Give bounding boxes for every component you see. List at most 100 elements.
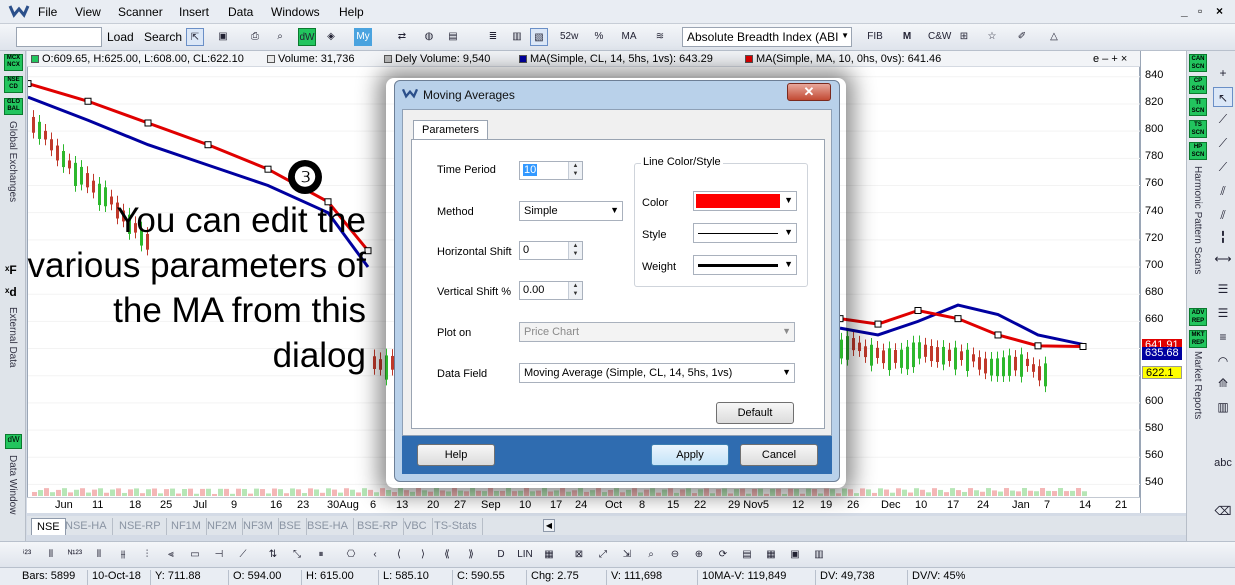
tab-bse-ha[interactable]: BSE-HA bbox=[302, 518, 354, 535]
ts-scn-badge[interactable]: TS SCN bbox=[1189, 120, 1207, 138]
compare-icon[interactable]: ⇄ bbox=[393, 28, 411, 46]
grid-icon[interactable]: ⊞ bbox=[955, 28, 973, 46]
ti-scn-badge[interactable]: TI SCN bbox=[1189, 98, 1207, 116]
updown-icon[interactable]: ⇅ bbox=[264, 546, 282, 564]
menu-scanner[interactable]: Scanner bbox=[118, 5, 163, 19]
bar-chart-icon[interactable]: ▥ bbox=[508, 28, 526, 46]
can-scn-badge[interactable]: CAN SCN bbox=[1189, 54, 1207, 72]
trend-icon[interactable]: ⟋ bbox=[234, 546, 252, 564]
tab-nse-rp[interactable]: NSE-RP bbox=[114, 518, 167, 535]
menu-windows[interactable]: Windows bbox=[271, 5, 320, 19]
print-preview-icon[interactable]: ⌕ bbox=[271, 28, 289, 46]
auto-fibo-icon[interactable]: FIB bbox=[866, 28, 884, 46]
fib-arc-icon[interactable]: ◠ bbox=[1213, 351, 1233, 371]
minimize-button[interactable]: _ bbox=[1181, 4, 1188, 18]
weight-select[interactable]: ▼ bbox=[693, 255, 797, 275]
angle-3-icon[interactable]: ⟩ bbox=[414, 546, 432, 564]
tab-bse-rp[interactable]: BSE-RP bbox=[352, 518, 404, 535]
horizontal-line-icon[interactable]: ⟷ bbox=[1213, 249, 1233, 269]
fib-levels-icon[interactable]: ☰ bbox=[1213, 279, 1233, 299]
pattern-4-icon[interactable]: ⫷ bbox=[162, 546, 180, 564]
ma-icon[interactable]: MA bbox=[620, 28, 638, 46]
load-button[interactable]: Load bbox=[107, 30, 134, 44]
fib-extension-icon[interactable]: ≡ bbox=[1213, 327, 1233, 347]
chart-type-icon[interactable]: ≣ bbox=[484, 28, 502, 46]
pattern-1-icon[interactable]: ⫴ bbox=[90, 546, 108, 564]
candle-tam-icon[interactable]: C&W bbox=[928, 28, 951, 46]
angle-5-icon[interactable]: ⟫ bbox=[462, 546, 480, 564]
cancel-button[interactable]: Cancel bbox=[740, 444, 818, 466]
color-select[interactable]: ▼ bbox=[693, 191, 797, 211]
expand-icon[interactable]: ⤡ bbox=[288, 546, 306, 564]
trendline-icon[interactable]: ⟋ bbox=[1213, 109, 1233, 129]
data-field-select[interactable]: Moving Average (Simple, CL, 14, 5hs, 1vs… bbox=[519, 363, 795, 383]
wave-icon[interactable]: ≋ bbox=[651, 28, 669, 46]
tab-parameters[interactable]: Parameters bbox=[413, 120, 488, 140]
channel-icon[interactable]: ⫽ bbox=[1213, 181, 1233, 201]
box-icon[interactable]: ▭ bbox=[186, 546, 204, 564]
external-data-label[interactable]: External Data bbox=[7, 307, 18, 368]
screen-icon[interactable]: ▤ bbox=[444, 28, 462, 46]
chart-corner-controls[interactable]: e – + × bbox=[1093, 53, 1127, 65]
mkt-rep-badge[interactable]: MKT REP bbox=[1189, 330, 1207, 348]
numbered-bars-icon[interactable]: ⁱ²³ bbox=[18, 546, 36, 564]
refresh-icon[interactable]: ⟳ bbox=[714, 546, 732, 564]
text-tool[interactable]: abc bbox=[1213, 453, 1233, 473]
print-icon[interactable]: ⎙ bbox=[246, 28, 264, 46]
tabs-scroll-left-icon[interactable]: ◀ bbox=[543, 519, 555, 532]
pattern-2-icon[interactable]: ⫵ bbox=[114, 546, 132, 564]
hp-scn-badge[interactable]: HP SCN bbox=[1189, 142, 1207, 160]
global-exchanges-label[interactable]: Global Exchanges bbox=[7, 121, 18, 202]
vertical-shift-input[interactable]: 0.00 ▲ ▼ bbox=[519, 281, 583, 300]
doc-2-icon[interactable]: ▦ bbox=[762, 546, 780, 564]
method-select[interactable]: Simple ▼ bbox=[519, 201, 623, 221]
spinner-arrows-icon[interactable]: ▲ ▼ bbox=[568, 282, 582, 299]
eraser-icon[interactable]: ⌫ bbox=[1213, 501, 1233, 521]
vertical-line-icon[interactable]: ╏ bbox=[1213, 227, 1233, 247]
dialog-close-button[interactable]: ✕ bbox=[787, 83, 831, 101]
polygon-icon[interactable]: ⎔ bbox=[342, 546, 360, 564]
horizontal-shift-input[interactable]: 0 ▲ ▼ bbox=[519, 241, 583, 260]
tab-ts-stats[interactable]: TS-Stats bbox=[429, 518, 483, 535]
apply-button[interactable]: Apply bbox=[651, 444, 729, 466]
fit-icon[interactable]: ⤢ bbox=[594, 546, 612, 564]
cursor-tool-icon[interactable]: ⇱ bbox=[186, 28, 204, 46]
n-label-icon[interactable]: ᴺ¹²³ bbox=[66, 546, 84, 564]
angle-2-icon[interactable]: ⟨ bbox=[390, 546, 408, 564]
trendline-sl-icon[interactable]: ⟋ bbox=[1213, 133, 1233, 153]
trendline-sl2-icon[interactable]: ⟋ bbox=[1213, 157, 1233, 177]
data-window-icon[interactable]: dW bbox=[5, 434, 22, 449]
star-tas-icon[interactable]: ☆ bbox=[983, 28, 1001, 46]
my-icon[interactable]: My bbox=[354, 28, 372, 46]
magnify-icon[interactable]: ⌕ bbox=[642, 546, 660, 564]
linear-scale-icon[interactable]: LIN bbox=[516, 546, 534, 564]
harmonic-pattern-scans-label[interactable]: Harmonic Pattern Scans bbox=[1192, 166, 1203, 274]
default-button[interactable]: Default bbox=[716, 402, 794, 424]
save-icon[interactable]: ▣ bbox=[214, 28, 232, 46]
dw-icon[interactable]: dW bbox=[298, 28, 316, 46]
pivot-icon[interactable]: M bbox=[898, 28, 916, 46]
tab-nse-ha[interactable]: NSE-HA bbox=[60, 518, 113, 535]
cp-scn-badge[interactable]: CP SCN bbox=[1189, 76, 1207, 94]
indicator-select[interactable]: Absolute Breadth Index (ABI ▼ bbox=[682, 27, 852, 47]
tab-nf2m[interactable]: NF2M bbox=[202, 518, 243, 535]
triangle-icon[interactable]: △ bbox=[1045, 28, 1063, 46]
help-button[interactable]: Help bbox=[417, 444, 495, 466]
symbol-input[interactable] bbox=[16, 27, 102, 47]
mcx-ncx-badge[interactable]: MCX NCX bbox=[4, 54, 23, 71]
pointer-icon[interactable]: ↖ bbox=[1213, 87, 1233, 107]
market-reports-label[interactable]: Market Reports bbox=[1192, 351, 1203, 419]
menu-view[interactable]: View bbox=[75, 5, 101, 19]
gann-icon[interactable]: ▥ bbox=[1213, 397, 1233, 417]
channel-sl-icon[interactable]: ⫽ bbox=[1213, 205, 1233, 225]
pattern-3-icon[interactable]: ⫶ bbox=[138, 546, 156, 564]
menu-insert[interactable]: Insert bbox=[179, 5, 209, 19]
moving-average-icon[interactable]: ▧ bbox=[530, 28, 548, 46]
span-icon[interactable]: ⊣ bbox=[210, 546, 228, 564]
crosshair-off-icon[interactable]: ⊠ bbox=[570, 546, 588, 564]
global-badge[interactable]: GLO BAL bbox=[4, 98, 23, 115]
menu-help[interactable]: Help bbox=[339, 5, 364, 19]
close-window-button[interactable]: × bbox=[1216, 4, 1223, 18]
xd-icon[interactable]: ˣd bbox=[5, 285, 17, 299]
fib-fan-icon[interactable]: ⟰ bbox=[1213, 373, 1233, 393]
